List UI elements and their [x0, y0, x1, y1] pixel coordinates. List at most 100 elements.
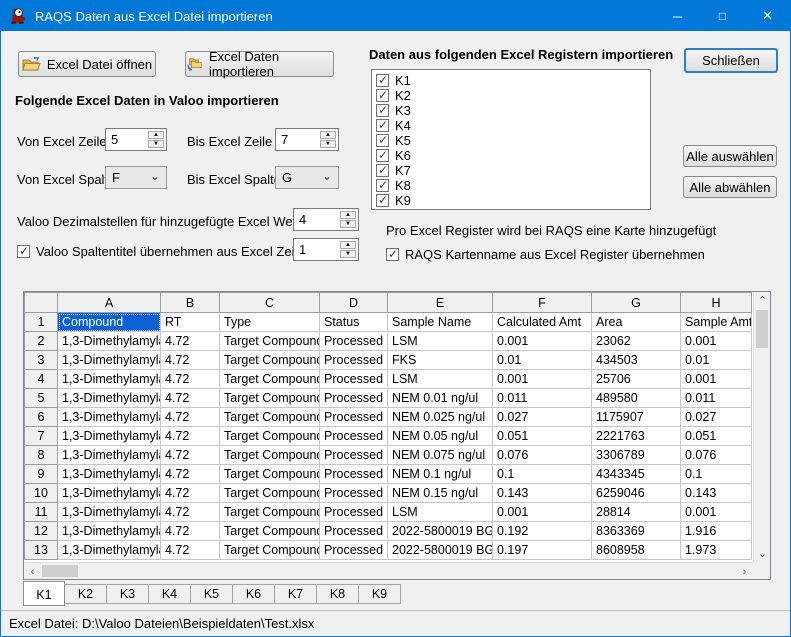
spin-up-icon[interactable]: ▲ [320, 131, 336, 139]
scroll-left-icon[interactable]: ‹ [24, 563, 41, 580]
row-header-11[interactable]: 11 [25, 503, 58, 522]
grid-cell[interactable]: 1,3-Dimethylamylamin [58, 484, 161, 503]
row-header-2[interactable]: 2 [25, 332, 58, 351]
grid-cell[interactable]: Processed [320, 389, 388, 408]
grid-cell[interactable]: 25706 [592, 370, 681, 389]
column-header-d[interactable]: D [320, 293, 388, 313]
sheet-tab-k2[interactable]: K2 [65, 584, 107, 604]
checkbox-icon[interactable] [17, 245, 30, 258]
grid-cell[interactable]: NEM 0.05 ng/ul [388, 427, 493, 446]
grid-cell[interactable]: Target Compound [220, 408, 320, 427]
grid-cell[interactable]: 1,3-Dimethylamylamin [58, 408, 161, 427]
checkbox-icon[interactable] [376, 104, 389, 117]
alle-abwaehlen-button[interactable]: Alle abwählen [683, 176, 777, 198]
grid-cell[interactable]: Target Compound [220, 446, 320, 465]
column-header-b[interactable]: B [161, 293, 220, 313]
spaltentitel-checkbox-row[interactable]: Valoo Spaltentitel übernehmen aus Excel … [17, 244, 305, 259]
grid-cell[interactable]: 4.72 [161, 389, 220, 408]
grid-cell[interactable]: 8363369 [592, 522, 681, 541]
grid-cell[interactable]: 4.72 [161, 484, 220, 503]
grid-cell[interactable]: 1,3-Dimethylamylamin [58, 370, 161, 389]
column-header-f[interactable]: F [493, 293, 592, 313]
grid-cell[interactable]: 1,3-Dimethylamylamin [58, 332, 161, 351]
spin-down-icon[interactable]: ▼ [148, 140, 164, 148]
grid-cell[interactable]: 8608958 [592, 541, 681, 560]
grid-cell[interactable]: 0.076 [681, 446, 752, 465]
grid-cell[interactable]: Processed [320, 351, 388, 370]
row-header-12[interactable]: 12 [25, 522, 58, 541]
grid-cell[interactable]: 4.72 [161, 503, 220, 522]
grid-cell[interactable]: Target Compound [220, 351, 320, 370]
minimize-button[interactable]: ─ [655, 1, 700, 31]
scroll-right-icon[interactable]: › [736, 563, 753, 580]
dezimalstellen-spinner[interactable]: 4 ▲ ▼ [293, 208, 359, 231]
register-item-k7[interactable]: K7 [376, 163, 646, 178]
grid-cell[interactable]: Target Compound [220, 389, 320, 408]
spin-up-icon[interactable]: ▲ [340, 241, 356, 249]
grid-cell[interactable]: 0.027 [493, 408, 592, 427]
grid-cell[interactable]: Processed [320, 370, 388, 389]
row-header-9[interactable]: 9 [25, 465, 58, 484]
column-header-g[interactable]: G [592, 293, 681, 313]
horizontal-scroll-thumb[interactable] [42, 565, 78, 577]
grid-cell[interactable]: 0.143 [493, 484, 592, 503]
checkbox-icon[interactable] [376, 149, 389, 162]
grid-cell[interactable]: 4.72 [161, 351, 220, 370]
register-item-k3[interactable]: K3 [376, 103, 646, 118]
grid-cell[interactable]: Processed [320, 541, 388, 560]
checkbox-icon[interactable] [376, 179, 389, 192]
row-header-6[interactable]: 6 [25, 408, 58, 427]
grid-cell[interactable]: LSM [388, 332, 493, 351]
grid-cell[interactable]: 1,3-Dimethylamylamin [58, 503, 161, 522]
grid-cell[interactable]: 4.72 [161, 465, 220, 484]
grid-cell[interactable]: 0.076 [493, 446, 592, 465]
grid-cell[interactable]: Target Compound [220, 484, 320, 503]
sheet-tab-k6[interactable]: K6 [233, 584, 275, 604]
grid-cell[interactable]: Processed [320, 332, 388, 351]
alle-auswaehlen-button[interactable]: Alle auswählen [683, 145, 777, 167]
checkbox-icon[interactable] [376, 134, 389, 147]
grid-cell[interactable]: 489580 [592, 389, 681, 408]
row-header-13[interactable]: 13 [25, 541, 58, 560]
spin-down-icon[interactable]: ▼ [340, 250, 356, 258]
grid-cell[interactable]: 2022-5800019 BG I 1 [388, 522, 493, 541]
bis-excel-spalte-combobox[interactable]: G ⌄ [275, 166, 339, 189]
grid-cell[interactable]: 1175907 [592, 408, 681, 427]
sheet-tab-k4[interactable]: K4 [149, 584, 191, 604]
grid-cell[interactable]: 1,3-Dimethylamylamin [58, 465, 161, 484]
von-excel-zeile-value[interactable]: 5 [111, 132, 118, 147]
spin-up-icon[interactable]: ▲ [340, 211, 356, 219]
register-item-k5[interactable]: K5 [376, 133, 646, 148]
grid-cell[interactable]: Target Compound [220, 427, 320, 446]
grid-cell[interactable]: Processed [320, 427, 388, 446]
grid-cell[interactable]: 1,3-Dimethylamylamin [58, 351, 161, 370]
import-excel-data-button[interactable]: Excel Daten importieren [185, 51, 334, 77]
sheet-tab-k7[interactable]: K7 [275, 584, 317, 604]
grid-cell[interactable]: 3306789 [592, 446, 681, 465]
grid-cell[interactable]: 2022-5800019 BG II [388, 541, 493, 560]
grid-cell[interactable]: 4.72 [161, 332, 220, 351]
register-item-k6[interactable]: K6 [376, 148, 646, 163]
scroll-up-icon[interactable]: ⌃ [754, 292, 771, 309]
grid-cell[interactable]: 28814 [592, 503, 681, 522]
grid-cell[interactable]: NEM 0.025 ng/ul [388, 408, 493, 427]
checkbox-icon[interactable] [376, 89, 389, 102]
grid-cell[interactable]: Area [592, 313, 681, 332]
register-list[interactable]: K1K2K3K4K5K6K7K8K9 [371, 69, 651, 210]
vertical-scrollbar[interactable]: ⌃ ⌄ [753, 292, 770, 562]
von-excel-spalte-combobox[interactable]: F ⌄ [105, 166, 167, 189]
grid-cell[interactable]: NEM 0.075 ng/ul [388, 446, 493, 465]
grid-cell[interactable]: 4.72 [161, 370, 220, 389]
maximize-button[interactable]: □ [700, 1, 745, 31]
grid-cell[interactable]: 0.192 [493, 522, 592, 541]
row-header-8[interactable]: 8 [25, 446, 58, 465]
sheet-tab-k1[interactable]: K1 [23, 581, 65, 606]
grid-corner[interactable] [25, 293, 58, 313]
column-header-h[interactable]: H [681, 293, 752, 313]
grid-cell[interactable]: 0.011 [493, 389, 592, 408]
spin-down-icon[interactable]: ▼ [340, 220, 356, 228]
grid-cell[interactable]: Sample Name [388, 313, 493, 332]
grid-cell[interactable]: 0.1 [493, 465, 592, 484]
grid-cell[interactable]: Target Compound [220, 522, 320, 541]
grid-cell[interactable]: Target Compound [220, 541, 320, 560]
